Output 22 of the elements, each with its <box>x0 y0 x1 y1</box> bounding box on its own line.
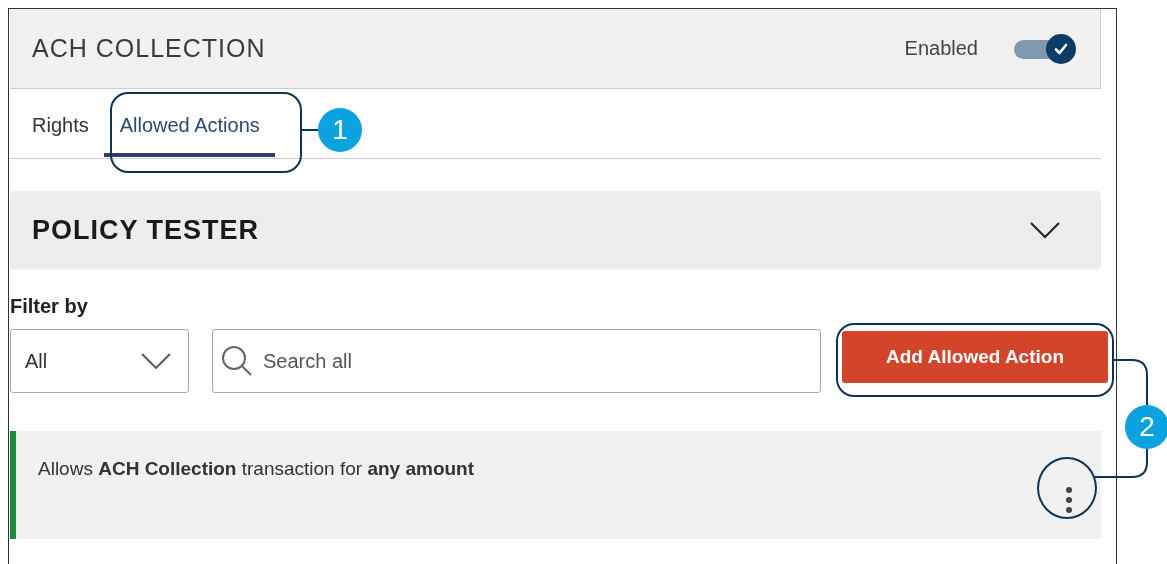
callout-badge: 1 <box>318 108 362 152</box>
highlight-outline <box>1037 457 1097 519</box>
search-field[interactable]: Search all <box>212 329 821 393</box>
callout-badge: 2 <box>1125 405 1167 449</box>
search-icon <box>220 344 254 378</box>
tab[interactable]: Rights <box>16 88 104 159</box>
chevron-icon[interactable] <box>1029 220 1061 240</box>
add-allowed-action-button[interactable]: Add Allowed Action <box>842 331 1108 383</box>
leader-line <box>299 129 319 131</box>
toggle-label: Enabled <box>904 37 978 60</box>
toggle-switch[interactable] <box>1014 32 1076 65</box>
policy-tester-panel[interactable]: POLICY TESTER <box>10 191 1101 269</box>
caret-icon <box>140 351 172 371</box>
rule-text: Allows ACH Collection transaction for any amount <box>38 458 475 480</box>
leader-line <box>1111 359 1148 406</box>
page-title: ACH COLLECTION <box>32 34 267 63</box>
more-options-icon[interactable] <box>1065 486 1073 514</box>
tab[interactable]: Allowed Actions <box>103 88 275 159</box>
leader-line <box>1094 448 1148 478</box>
section-title: POLICY TESTER <box>32 214 260 246</box>
filter-label: Filter by <box>10 295 89 318</box>
filter-dropdown[interactable]: All <box>10 329 189 393</box>
